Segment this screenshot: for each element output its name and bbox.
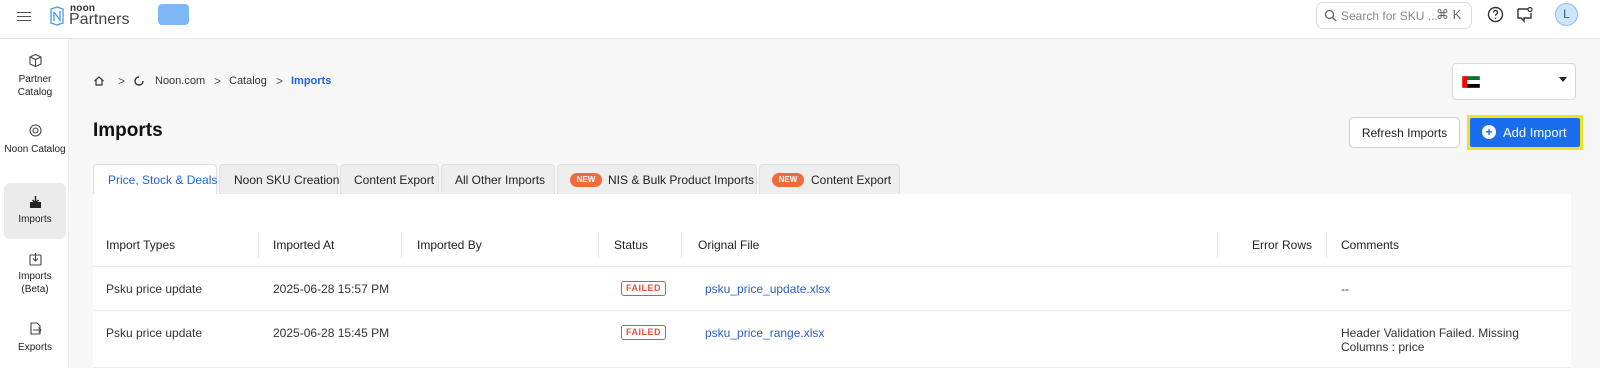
original-file-link[interactable]: psku_price_update.xlsx <box>705 282 830 296</box>
header-imported-at: Imported At <box>273 238 335 252</box>
tab-all-other-imports[interactable]: All Other Imports <box>441 164 555 194</box>
header-original-file: Orignal File <box>698 238 760 252</box>
chevron-down-icon <box>1559 77 1567 82</box>
header-imported-by: Imported By <box>417 238 482 252</box>
add-import-label: Add Import <box>1503 125 1567 140</box>
sidebar-item-label: Imports (Beta) <box>18 271 52 295</box>
imports-table: Import Types Imported At Imported By Sta… <box>93 194 1571 368</box>
breadcrumb-catalog[interactable]: Catalog <box>229 75 267 87</box>
sidebar-item-noon-catalog[interactable]: Noon Catalog <box>4 123 66 179</box>
tab-content-export[interactable]: Content Export <box>340 164 439 194</box>
sidebar-item-partner-catalog[interactable]: Partner Catalog <box>4 53 66 109</box>
top-bar: noon Partners Search for SKU ... ⌘ K L <box>0 0 1600 39</box>
search-box[interactable]: Search for SKU ... ⌘ K <box>1316 2 1472 29</box>
noon-logo-icon <box>50 6 64 26</box>
sidebar-item-label: Partner Catalog <box>17 74 53 98</box>
status-badge: FAILED <box>621 281 667 296</box>
avatar[interactable]: L <box>1555 3 1578 26</box>
home-icon[interactable] <box>93 75 105 87</box>
sidebar-item-label: Noon Catalog <box>4 144 66 155</box>
chevron-right-icon: > <box>214 74 222 88</box>
environment-chip[interactable] <box>158 4 189 25</box>
cell-comments: -- <box>1341 282 1349 296</box>
table-row: Psku price update 2025-06-28 15:57 PM FA… <box>93 267 1571 311</box>
chevron-right-icon: > <box>118 74 126 88</box>
tab-label: Price, Stock & Deals <box>108 173 218 187</box>
tab-price-stock-deals[interactable]: Price, Stock & Deals <box>93 164 217 194</box>
cell-imported-at: 2025-06-28 15:45 PM <box>273 326 390 340</box>
tab-noon-sku-creation[interactable]: Noon SKU Creation <box>219 164 340 194</box>
sidebar: Partner Catalog Noon Catalog Imports Imp… <box>0 39 69 368</box>
refresh-imports-button[interactable]: Refresh Imports <box>1349 117 1460 148</box>
column-divider[interactable] <box>598 233 599 258</box>
tab-nis-bulk-product-imports[interactable]: NEW NIS & Bulk Product Imports <box>557 164 757 194</box>
cell-comments: Header Validation Failed. Missing Column… <box>1341 326 1519 354</box>
header-error-rows: Error Rows <box>1252 238 1313 252</box>
header-status: Status <box>614 238 649 252</box>
search-shortcut: ⌘ K <box>1436 7 1462 22</box>
tab-label: Content Export <box>354 173 435 187</box>
tab-content-export-new[interactable]: NEW Content Export <box>759 164 900 194</box>
tab-label: All Other Imports <box>455 173 546 187</box>
new-badge: NEW <box>772 173 804 187</box>
box-icon <box>29 53 42 68</box>
original-file-link[interactable]: psku_price_range.xlsx <box>705 326 824 340</box>
add-import-highlight: + Add Import <box>1467 115 1583 150</box>
cell-import-type: Psku price update <box>106 282 203 296</box>
sidebar-item-label: Exports <box>18 342 52 353</box>
new-badge: NEW <box>570 173 602 187</box>
header-comments: Comments <box>1341 238 1400 252</box>
column-divider[interactable] <box>258 233 259 258</box>
export-icon <box>30 322 42 335</box>
header-import-types: Import Types <box>106 238 176 252</box>
import-beta-icon <box>29 253 42 266</box>
page-title: Imports <box>93 120 163 141</box>
brand-name: Partners <box>69 11 130 28</box>
noon-site-icon <box>134 76 144 86</box>
column-divider[interactable] <box>401 233 402 258</box>
tab-label: Content Export <box>811 173 892 187</box>
column-divider[interactable] <box>681 233 682 258</box>
column-divider[interactable] <box>1326 233 1327 258</box>
status-badge: FAILED <box>621 325 667 340</box>
feedback-icon[interactable] <box>1516 6 1533 23</box>
search-placeholder: Search for SKU ... <box>1341 9 1438 23</box>
add-import-button[interactable]: + Add Import <box>1470 118 1580 147</box>
cell-import-type: Psku price update <box>106 326 203 340</box>
help-icon[interactable] <box>1487 6 1504 23</box>
table-header: Import Types Imported At Imported By Sta… <box>93 223 1571 267</box>
catalog-icon <box>29 124 42 137</box>
sidebar-item-label: Imports <box>18 214 52 225</box>
menu-icon[interactable] <box>17 9 31 23</box>
sidebar-item-imports-beta[interactable]: Imports (Beta) <box>4 252 66 308</box>
tab-label: NIS & Bulk Product Imports <box>608 173 755 187</box>
table-row: Psku price update 2025-06-28 15:45 PM FA… <box>93 311 1571 368</box>
cell-imported-at: 2025-06-28 15:57 PM <box>273 282 390 296</box>
chevron-right-icon: > <box>276 74 284 88</box>
country-select[interactable] <box>1452 63 1576 100</box>
sidebar-item-exports[interactable]: Exports <box>4 321 66 368</box>
import-icon <box>30 196 41 208</box>
column-divider[interactable] <box>1217 233 1218 258</box>
breadcrumb-noon[interactable]: Noon.com <box>155 75 205 87</box>
tab-label: Noon SKU Creation <box>234 173 340 187</box>
search-icon <box>1324 9 1337 22</box>
breadcrumb-imports: Imports <box>291 75 332 87</box>
plus-icon: + <box>1482 125 1496 139</box>
uae-flag-icon <box>1462 76 1480 88</box>
sidebar-item-imports[interactable]: Imports <box>4 183 66 239</box>
